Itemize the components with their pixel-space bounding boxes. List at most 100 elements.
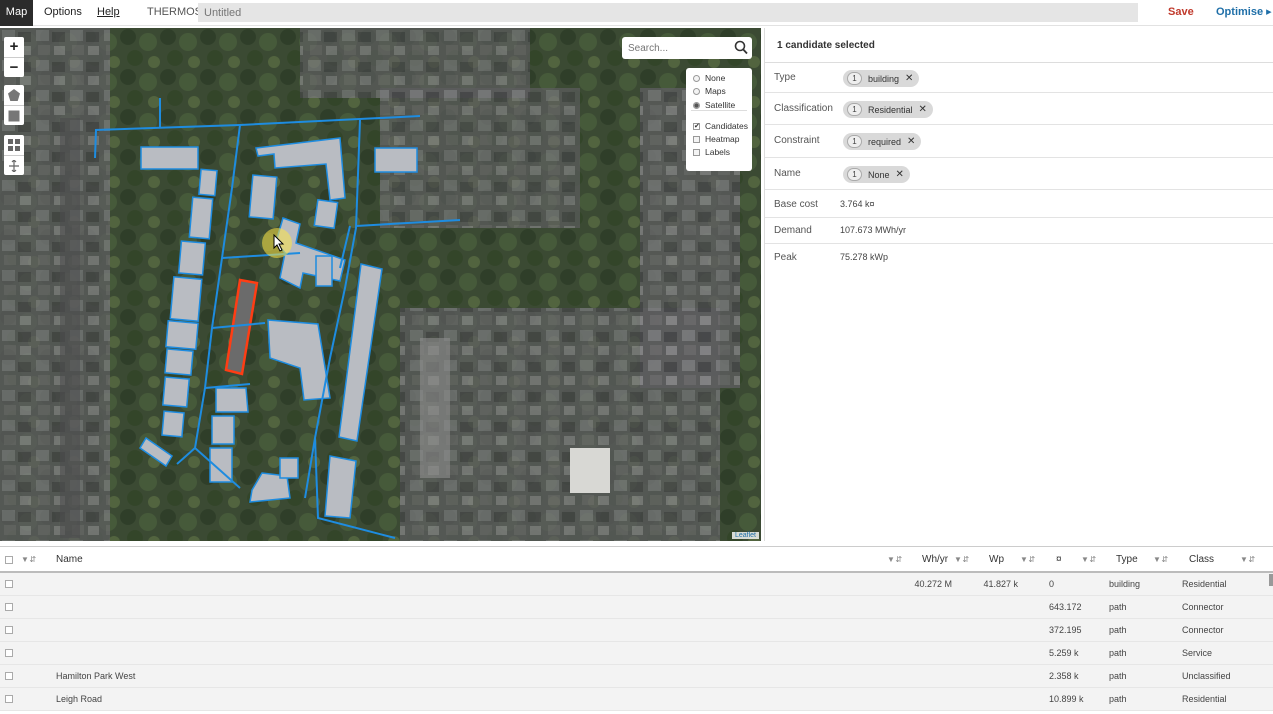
divider: [765, 62, 1273, 63]
table-row[interactable]: 372.195 path Connector: [0, 619, 1273, 642]
row-checkbox[interactable]: [5, 626, 13, 634]
search-icon[interactable]: [734, 40, 748, 55]
selection-details-panel: 1 candidate selected Type 1 building ✕ C…: [764, 28, 1273, 541]
fit-bounds-icon: [9, 159, 19, 172]
cell-peak: [950, 596, 1018, 619]
map-search-box: [622, 37, 752, 59]
menu-help[interactable]: Help: [97, 0, 120, 26]
cell-cost: 5.259 k: [1049, 648, 1079, 658]
row-checkbox[interactable]: [5, 695, 13, 703]
cell-name: Hamilton Park West: [56, 671, 136, 681]
detail-label: Classification: [774, 103, 833, 114]
optimise-button[interactable]: Optimise ▸: [1216, 0, 1272, 25]
type-filter-button[interactable]: ▼⇵: [1153, 547, 1169, 573]
name-filter-button[interactable]: ▼⇵: [887, 547, 903, 573]
save-button[interactable]: Save: [1168, 0, 1194, 25]
remove-chip-icon[interactable]: ✕: [896, 169, 904, 180]
fit-bounds-button[interactable]: [4, 155, 24, 175]
chip-count: 1: [847, 72, 862, 85]
cell-cost: 372.195: [1049, 625, 1082, 635]
menu-map[interactable]: Map: [0, 0, 33, 26]
demand-filter-button[interactable]: ▼⇵: [954, 547, 970, 573]
top-bar: Map Options Help THERMOS Save Optimise ▸: [0, 0, 1273, 26]
grid-icon: [8, 139, 20, 151]
classification-chip: 1 Residential ✕: [843, 101, 933, 118]
cell-cost: 643.172: [1049, 602, 1082, 612]
chip-value: required: [868, 136, 902, 147]
divider: [765, 92, 1273, 93]
candidates-table: ▼⇵ Name ▼⇵ Wh/yr ▼⇵ Wp ▼⇵ ¤ ▼⇵ Type ▼⇵ C…: [0, 546, 1273, 714]
select-all-button[interactable]: [4, 135, 24, 155]
draw-polygon-button[interactable]: [4, 85, 24, 105]
chip-count: 1: [847, 103, 862, 116]
cell-class: Service: [1182, 648, 1213, 658]
menu-options[interactable]: Options: [44, 0, 82, 26]
class-filter-button[interactable]: ▼⇵: [1240, 547, 1256, 573]
basemap-none-option[interactable]: None: [693, 72, 725, 84]
detail-label: Base cost: [774, 199, 818, 210]
table-row[interactable]: 40.272 M 41.827 k 0 building Residential: [0, 573, 1273, 596]
overlay-labels-option[interactable]: Labels: [693, 146, 730, 158]
radio-button[interactable]: [693, 75, 700, 82]
row-checkbox[interactable]: [5, 580, 13, 588]
zoom-out-button[interactable]: −: [4, 57, 24, 77]
cell-demand: [880, 665, 952, 688]
cell-demand: 40.272 M: [914, 579, 952, 589]
polygon-icon: [8, 89, 20, 101]
checkbox[interactable]: [693, 149, 700, 156]
chip-count: 1: [847, 168, 862, 181]
checkbox[interactable]: [693, 136, 700, 143]
cell-peak: [950, 688, 1018, 711]
cost-filter-button[interactable]: ▼⇵: [1081, 547, 1097, 573]
cell-type: path: [1109, 625, 1127, 635]
radio-button[interactable]: [693, 102, 700, 109]
chip-value: None: [868, 169, 890, 180]
table-row[interactable]: 643.172 path Connector: [0, 596, 1273, 619]
mouse-cursor-icon: [273, 234, 285, 252]
table-row[interactable]: Leigh Road 10.899 k path Residential: [0, 688, 1273, 711]
row-checkbox[interactable]: [5, 672, 13, 680]
overlay-candidates-option[interactable]: Candidates: [693, 120, 748, 133]
cell-class: Residential: [1182, 694, 1227, 704]
basemap-maps-option[interactable]: Maps: [693, 85, 726, 97]
column-header-demand[interactable]: Wh/yr: [922, 547, 948, 573]
chip-count: 1: [847, 135, 862, 148]
divider: [765, 124, 1273, 125]
base-cost-value: 3.764 k¤: [840, 199, 875, 209]
cell-cost: 0: [1049, 579, 1055, 589]
cell-type: path: [1109, 671, 1127, 681]
table-scrollbar[interactable]: [1269, 574, 1273, 586]
table-row[interactable]: 5.259 k path Service: [0, 642, 1273, 665]
selection-summary: 1 candidate selected: [777, 40, 875, 51]
zoom-in-button[interactable]: +: [4, 37, 24, 57]
demand-value: 107.673 MWh/yr: [840, 225, 907, 235]
row-checkbox[interactable]: [5, 649, 13, 657]
selection-filter-button[interactable]: ▼⇵: [21, 547, 37, 573]
overlay-heatmap-option[interactable]: Heatmap: [693, 133, 740, 145]
column-header-class[interactable]: Class: [1189, 547, 1214, 573]
map-view[interactable]: + − None: [0, 28, 761, 541]
column-header-name[interactable]: Name: [56, 547, 83, 573]
checkbox[interactable]: [693, 121, 700, 133]
cell-class: Unclassified: [1182, 671, 1231, 681]
row-checkbox[interactable]: [5, 603, 13, 611]
column-header-cost[interactable]: ¤: [1056, 547, 1062, 573]
remove-chip-icon[interactable]: ✕: [919, 104, 927, 115]
attribution-link[interactable]: Leaflet: [731, 532, 759, 539]
document-title-input[interactable]: [198, 3, 1138, 22]
select-all-checkbox[interactable]: [5, 556, 13, 564]
constraint-chip: 1 required ✕: [843, 133, 922, 150]
column-header-peak[interactable]: Wp: [989, 547, 1004, 573]
detail-label: Peak: [774, 252, 797, 263]
remove-chip-icon[interactable]: ✕: [907, 136, 915, 147]
radio-button[interactable]: [693, 88, 700, 95]
draw-rectangle-button[interactable]: [4, 105, 24, 125]
column-header-type[interactable]: Type: [1116, 547, 1138, 573]
cell-class: Connector: [1182, 625, 1224, 635]
cell-demand: [880, 688, 952, 711]
map-search-input[interactable]: [628, 41, 728, 55]
table-row[interactable]: Hamilton Park West 2.358 k path Unclassi…: [0, 665, 1273, 688]
divider: [765, 217, 1273, 218]
peak-filter-button[interactable]: ▼⇵: [1020, 547, 1036, 573]
remove-chip-icon[interactable]: ✕: [905, 73, 913, 84]
